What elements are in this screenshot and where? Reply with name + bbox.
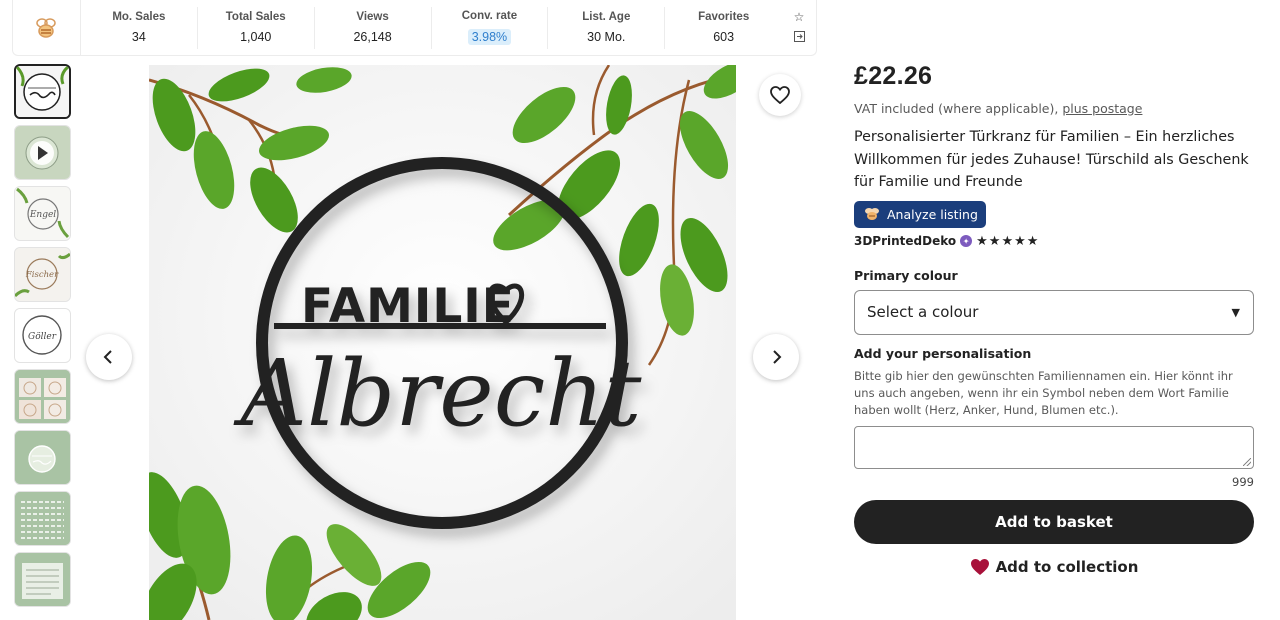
- thumbnail-5-text: Göller: [28, 332, 57, 342]
- bee-icon: [865, 208, 879, 220]
- stats-bar: Mo. Sales 34 Total Sales 1,040 Views 26,…: [12, 0, 817, 56]
- chevron-right-icon: [773, 350, 782, 364]
- personalisation-input[interactable]: [854, 425, 1254, 469]
- add-to-basket-button[interactable]: Add to basket: [854, 499, 1254, 544]
- next-image-button[interactable]: [753, 334, 799, 380]
- stat-value: 603: [713, 30, 735, 44]
- stat-label: Views: [356, 11, 389, 23]
- thumbnail-7[interactable]: [14, 430, 71, 485]
- heart-filled-icon: [970, 558, 989, 575]
- star-outline-icon[interactable]: ☆: [794, 11, 805, 23]
- export-icon[interactable]: [793, 31, 805, 44]
- stat-label: Total Sales: [225, 11, 286, 23]
- add-to-collection-button[interactable]: Add to collection: [854, 558, 1254, 576]
- star-seller-badge-icon: ✦: [960, 235, 973, 247]
- purchase-panel: £22.26 VAT included (where applicable), …: [854, 62, 1254, 576]
- analyze-listing-label: Analyze listing: [887, 206, 978, 222]
- thumbnail-video[interactable]: [14, 125, 71, 180]
- sign-line2-text: Albrecht: [233, 340, 643, 447]
- stat-value: 1,040: [240, 30, 272, 44]
- stats-actions: ☆: [782, 11, 816, 44]
- chevron-left-icon: [103, 350, 112, 364]
- sign-line1-text: FAMILIE: [301, 279, 515, 334]
- personalisation-help: Bitte gib hier den gewünschten Familienn…: [854, 368, 1233, 417]
- bee-logo-icon[interactable]: [13, 0, 81, 55]
- colour-label: Primary colour: [854, 267, 958, 283]
- stat-views: Views 26,148: [315, 6, 432, 49]
- analyze-listing-button[interactable]: Analyze listing: [854, 200, 986, 228]
- stat-value: 26,148: [353, 30, 392, 44]
- colour-select-value: Select a colour: [867, 303, 979, 321]
- dropdown-caret-icon: ▼: [1231, 305, 1240, 319]
- product-title: Personalisierter Türkranz für Familien –…: [854, 129, 1249, 190]
- stat-value: 30 Mo.: [587, 30, 626, 44]
- add-to-basket-label: Add to basket: [995, 512, 1113, 531]
- main-product-image: FAMILIE Albrecht: [149, 65, 736, 620]
- colour-select[interactable]: Select a colour ▼: [854, 289, 1254, 335]
- thumbnail-9[interactable]: [14, 552, 71, 607]
- thumbnail-6[interactable]: [14, 369, 71, 424]
- thumbnail-4[interactable]: Fischer: [14, 247, 71, 302]
- stat-list-age: List. Age 30 Mo.: [548, 6, 666, 49]
- stat-mo-sales: Mo. Sales 34: [81, 6, 198, 49]
- stat-favorites: Favorites 603: [665, 7, 782, 49]
- add-to-collection-label: Add to collection: [995, 557, 1139, 576]
- thumbnail-3-text: Engel: [29, 210, 56, 220]
- stat-label: Favorites: [698, 11, 750, 23]
- price: £22.26: [854, 62, 933, 90]
- char-counter: 999: [1232, 474, 1254, 489]
- heart-outline-icon: [770, 86, 790, 104]
- thumbnail-3[interactable]: Engel: [14, 186, 71, 241]
- thumbnail-strip: Engel Fischer Göller: [14, 64, 71, 613]
- stat-value: 34: [131, 30, 146, 44]
- vat-text: VAT included (where applicable),: [854, 101, 1059, 116]
- resize-grip-icon[interactable]: [1243, 457, 1251, 466]
- seller-row: 3DPrintedDeko ✦ ★★★★★: [854, 234, 1254, 249]
- stat-label: List. Age: [582, 11, 631, 23]
- vat-info: VAT included (where applicable), plus po…: [854, 101, 1254, 116]
- thumbnail-5[interactable]: Göller: [14, 308, 71, 363]
- postage-link[interactable]: plus postage: [1062, 101, 1142, 116]
- stat-conv-rate: Conv. rate 3.98%: [432, 6, 549, 49]
- thumbnail-4-text: Fischer: [25, 270, 59, 280]
- stat-value: 3.98%: [467, 29, 512, 45]
- seller-name[interactable]: 3DPrintedDeko: [854, 234, 956, 248]
- thumbnail-1[interactable]: [14, 64, 71, 119]
- rating-stars: ★★★★★: [976, 233, 1040, 249]
- stat-total-sales: Total Sales 1,040: [198, 6, 315, 49]
- stat-label: Conv. rate: [461, 10, 518, 22]
- thumbnail-8[interactable]: [14, 491, 71, 546]
- personalisation-label: Add your personalisation: [854, 345, 1032, 361]
- stat-label: Mo. Sales: [112, 11, 166, 23]
- prev-image-button[interactable]: [86, 334, 132, 380]
- favorite-button[interactable]: [759, 74, 801, 116]
